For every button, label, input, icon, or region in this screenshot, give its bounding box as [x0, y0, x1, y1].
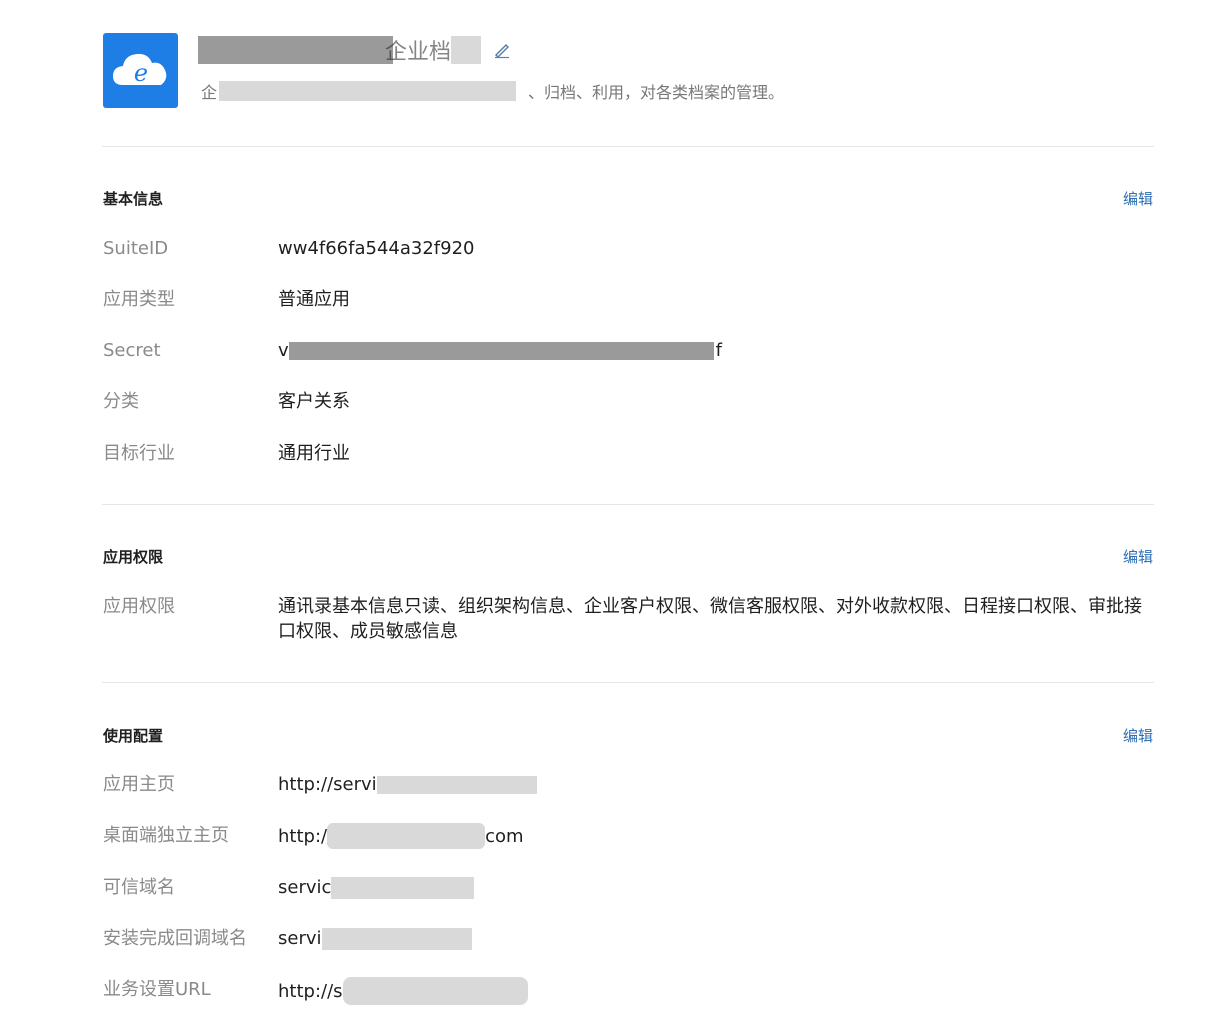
suiteid-value: ww4f66fa544a32f920: [278, 238, 475, 259]
business-url-row: 业务设置URL http://s: [103, 977, 1153, 1005]
trusted-domain-label: 可信域名: [103, 877, 175, 898]
desktop-homepage-row: 桌面端独立主页 http:/ com: [103, 823, 1153, 849]
app-detail-page: e 企业档 企 、归档、利用，对各类档案的管理。 基本信息 编辑 SuiteID…: [0, 0, 1229, 1021]
industry-label: 目标行业: [103, 443, 175, 464]
secret-label: Secret: [103, 340, 161, 361]
homepage-value: http://servi: [278, 772, 1153, 797]
suiteid-row: SuiteID ww4f66fa544a32f920: [103, 236, 1153, 261]
callback-domain-row: 安装完成回调域名 servi: [103, 926, 1153, 951]
permissions-edit-button[interactable]: 编辑: [1123, 546, 1153, 567]
pencil-edit-icon[interactable]: [493, 41, 511, 59]
redacted-description: [219, 81, 517, 101]
header-divider: [102, 146, 1154, 147]
homepage-row: 应用主页 http://servi: [103, 772, 1153, 797]
app-description: 企 、归档、利用，对各类档案的管理。: [201, 78, 784, 104]
config-title: 使用配置: [103, 727, 164, 745]
permissions-title: 应用权限: [103, 548, 164, 566]
redacted-trusted-domain: [331, 876, 475, 899]
app-logo: e: [103, 33, 178, 108]
redacted-secret: [288, 341, 714, 360]
app-type-label: 应用类型: [103, 289, 175, 310]
trusted-domain-value: servic: [278, 875, 1153, 900]
basic-info-title: 基本信息: [103, 190, 164, 208]
industry-row: 目标行业 通用行业: [103, 441, 1153, 466]
callback-domain-value: servi: [278, 926, 1153, 951]
business-url-value: http://s: [278, 977, 1153, 1005]
category-value: 客户关系: [278, 391, 350, 412]
industry-value: 通用行业: [278, 443, 350, 464]
category-label: 分类: [103, 391, 139, 412]
config-edit-button[interactable]: 编辑: [1123, 725, 1153, 746]
app-type-row: 应用类型 普通应用: [103, 287, 1153, 312]
secret-suffix: f: [715, 340, 722, 361]
app-type-value: 普通应用: [278, 289, 350, 310]
secret-row: Secret v f: [103, 338, 1153, 363]
permissions-divider: [102, 682, 1154, 683]
homepage-prefix: http://servi: [278, 774, 377, 795]
business-url-label: 业务设置URL: [103, 979, 211, 1000]
secret-value: v f: [278, 338, 1153, 363]
trusted-domain-row: 可信域名 servic: [103, 875, 1153, 900]
redacted-homepage: [376, 775, 537, 794]
description-suffix: 、归档、利用，对各类档案的管理。: [528, 83, 785, 102]
permissions-row: 应用权限 通讯录基本信息只读、组织架构信息、企业客户权限、微信客服权限、对外收款…: [103, 594, 1153, 644]
redacted-callback-domain: [321, 927, 472, 950]
app-title-row: 企业档: [198, 30, 511, 70]
trusted-domain-prefix: servic: [278, 877, 332, 898]
callback-domain-label: 安装完成回调域名: [103, 928, 247, 949]
suiteid-label: SuiteID: [103, 238, 169, 259]
permissions-label: 应用权限: [103, 596, 175, 617]
description-prefix: 企: [201, 83, 218, 102]
redacted-app-name: [198, 36, 393, 64]
redacted-app-name-tail: [451, 36, 482, 64]
secret-prefix: v: [278, 340, 289, 361]
redacted-business-url: [342, 977, 528, 1005]
desktop-homepage-suffix: com: [485, 825, 524, 847]
app-name-suffix: 企业档: [385, 40, 452, 65]
homepage-label: 应用主页: [103, 774, 175, 795]
basic-info-edit-button[interactable]: 编辑: [1123, 188, 1153, 209]
basic-info-divider: [102, 504, 1154, 505]
callback-domain-prefix: servi: [278, 928, 322, 949]
redacted-desktop-homepage: [327, 823, 486, 849]
cloud-e-icon: e: [113, 53, 167, 87]
category-row: 分类 客户关系: [103, 389, 1153, 414]
business-url-prefix: http://s: [278, 980, 343, 1002]
desktop-homepage-value: http:/ com: [278, 823, 1153, 849]
permissions-value: 通讯录基本信息只读、组织架构信息、企业客户权限、微信客服权限、对外收款权限、日程…: [278, 596, 1142, 642]
desktop-homepage-prefix: http:/: [278, 825, 328, 847]
svg-text:e: e: [134, 59, 148, 87]
desktop-homepage-label: 桌面端独立主页: [103, 825, 229, 846]
